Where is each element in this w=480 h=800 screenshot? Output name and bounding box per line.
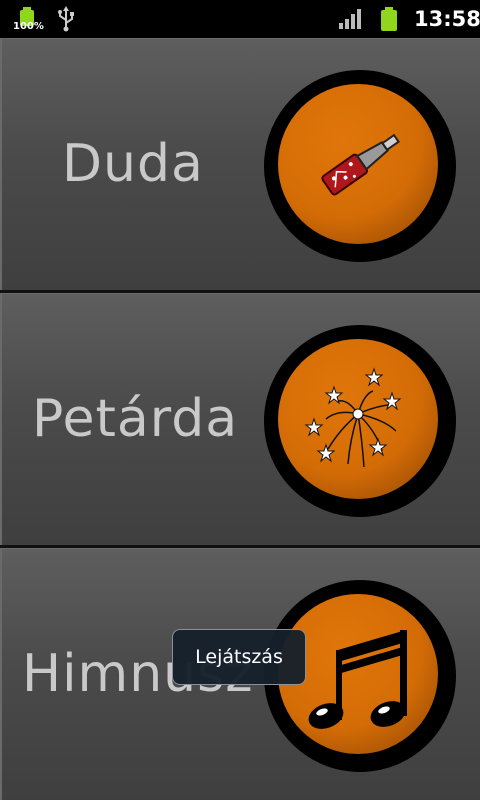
toast-text: Lejátszás [195,646,283,668]
play-petarda-button[interactable] [264,325,456,517]
usb-icon [58,6,74,32]
sound-label: Duda [62,134,204,194]
clock: 13:58 [414,7,480,31]
play-duda-button[interactable] [264,70,456,262]
sound-item-petarda[interactable]: Petárda [0,293,480,545]
sound-list: Duda Petárda Himnusz [0,38,480,800]
battery-percent: 100% [13,21,44,32]
horn-icon [278,84,438,244]
status-bar: 100% 13:58 [0,0,480,38]
sound-item-duda[interactable]: Duda [0,38,480,290]
firework-icon [278,339,438,499]
toast: Lejátszás [172,629,306,685]
sound-label: Petárda [32,389,239,449]
battery-icon [381,7,397,31]
signal-icon [339,9,361,29]
